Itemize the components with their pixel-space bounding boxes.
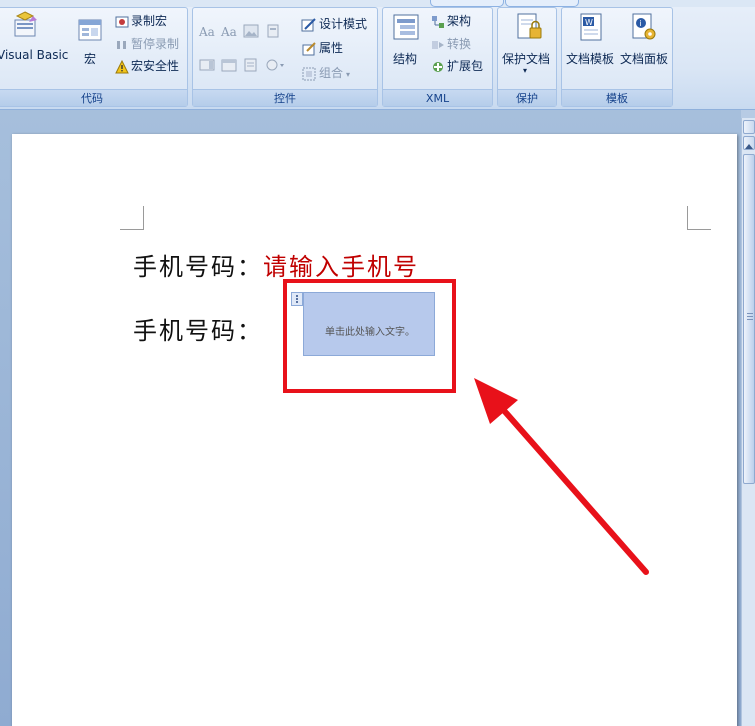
ruler-toggle-icon[interactable] bbox=[743, 120, 755, 134]
watermark-brand: Baidu 经验 bbox=[578, 666, 709, 691]
chevron-down-icon: ▾ bbox=[346, 70, 351, 79]
group-icon bbox=[302, 67, 316, 80]
svg-text:i: i bbox=[640, 19, 642, 28]
macro-security-label: 宏安全性 bbox=[131, 59, 180, 73]
document-template-icon: W bbox=[576, 12, 606, 45]
expansion-pack-label: 扩展包 bbox=[447, 59, 484, 73]
margin-corner-mark bbox=[120, 206, 144, 230]
protect-document-icon bbox=[514, 12, 544, 45]
more-controls-icon bbox=[266, 59, 284, 71]
protect-group-label: 保护 bbox=[498, 89, 556, 106]
structure-icon bbox=[391, 12, 421, 45]
code-group: Visual Basic 宏 录制宏 暂停录制 宏安全性 代码 bbox=[0, 7, 188, 107]
protect-document-button[interactable]: 保护文档 bbox=[502, 50, 550, 67]
legacy-tools-icon bbox=[244, 58, 257, 72]
phone-placeholder-text[interactable]: 请输入手机号 bbox=[263, 253, 419, 281]
expansion-pack-button[interactable]: 扩展包 bbox=[431, 57, 483, 74]
visual-basic-icon bbox=[11, 10, 41, 43]
properties-button[interactable]: 属性 bbox=[301, 39, 343, 57]
macro-icon bbox=[77, 18, 103, 47]
pause-recording-button[interactable]: 暂停录制 bbox=[115, 35, 179, 52]
more-controls-button[interactable] bbox=[265, 58, 285, 75]
xml-group-label: XML bbox=[383, 89, 492, 106]
plain-text-control-button[interactable]: Aa bbox=[221, 25, 237, 39]
document-panel-button[interactable]: 文档面板 bbox=[620, 50, 668, 67]
record-macro-button[interactable]: 录制宏 bbox=[115, 12, 167, 29]
record-macro-icon bbox=[115, 16, 129, 27]
margin-corner-mark bbox=[687, 206, 711, 230]
phone-line-1: 手机号码：请输入手机号 bbox=[133, 247, 419, 282]
design-mode-button[interactable]: 设计模式 bbox=[301, 15, 367, 33]
properties-label: 属性 bbox=[319, 41, 344, 55]
transform-label: 转换 bbox=[447, 37, 472, 51]
macro-security-button[interactable]: 宏安全性 bbox=[115, 57, 179, 74]
phone-label: 手机号码： bbox=[133, 317, 263, 345]
protect-group: 保护文档 ▾ 保护 bbox=[497, 7, 557, 107]
group-label: 组合 bbox=[319, 66, 344, 80]
rich-text-control-button[interactable]: Aa bbox=[199, 25, 215, 39]
pause-icon bbox=[117, 40, 126, 49]
controls-group-label: 控件 bbox=[193, 89, 377, 106]
svg-text:W: W bbox=[585, 18, 593, 27]
plain-text-icon: Aa bbox=[221, 25, 237, 39]
properties-icon bbox=[302, 41, 316, 55]
scroll-up-icon[interactable] bbox=[743, 136, 755, 150]
ribbon-tab-edge bbox=[505, 0, 579, 7]
date-picker-button[interactable] bbox=[221, 58, 237, 75]
controls-group: Aa Aa 设计模式 属性 组合 ▾ 控件 bbox=[192, 7, 378, 107]
expansion-pack-icon bbox=[433, 61, 443, 72]
highlight-box bbox=[283, 279, 456, 393]
ribbon-tab-strip bbox=[0, 0, 755, 7]
watermark-url: jingyan.baidu.com bbox=[578, 694, 671, 705]
pause-recording-label: 暂停录制 bbox=[131, 37, 180, 51]
building-block-button[interactable] bbox=[265, 24, 281, 41]
schema-label: 架构 bbox=[447, 14, 472, 28]
chevron-down-icon[interactable]: ▾ bbox=[523, 66, 527, 75]
schema-button[interactable]: 架构 bbox=[431, 12, 471, 29]
transform-button[interactable]: 转换 bbox=[431, 35, 471, 52]
calendar-icon bbox=[221, 59, 237, 72]
record-macro-label: 录制宏 bbox=[131, 14, 168, 28]
ribbon-tab-edge bbox=[430, 0, 504, 7]
group-button[interactable]: 组合 ▾ bbox=[301, 64, 350, 82]
rich-text-icon: Aa bbox=[199, 25, 215, 39]
vertical-scrollbar[interactable] bbox=[741, 118, 755, 726]
scrollbar-thumb[interactable] bbox=[743, 154, 755, 484]
templates-group: W 文档模板 i 文档面板 模板 bbox=[561, 7, 673, 107]
code-group-label: 代码 bbox=[0, 89, 187, 106]
building-block-icon bbox=[267, 24, 279, 38]
baidu-watermark: Baidu 经验 jingyan.baidu.com bbox=[578, 660, 708, 705]
phone-label: 手机号码： bbox=[133, 253, 263, 281]
macro-button[interactable]: 宏 bbox=[84, 50, 96, 67]
templates-group-label: 模板 bbox=[562, 89, 672, 106]
picture-icon bbox=[243, 24, 259, 38]
design-mode-label: 设计模式 bbox=[319, 17, 368, 31]
combo-box-button[interactable] bbox=[199, 58, 215, 75]
visual-basic-button[interactable]: Visual Basic bbox=[0, 48, 68, 62]
ribbon: Visual Basic 宏 录制宏 暂停录制 宏安全性 代码 Aa Aa 设计… bbox=[0, 7, 755, 110]
document-panel-icon: i bbox=[628, 12, 658, 45]
combo-box-icon bbox=[199, 59, 215, 71]
legacy-tools-button[interactable] bbox=[243, 58, 259, 75]
xml-group: 结构 架构 转换 扩展包 XML bbox=[382, 7, 493, 107]
schema-icon bbox=[432, 15, 444, 28]
picture-control-button[interactable] bbox=[243, 24, 259, 41]
red-arrow-annotation bbox=[474, 378, 649, 575]
warning-icon bbox=[115, 59, 129, 73]
transform-icon bbox=[432, 40, 444, 49]
design-mode-icon bbox=[301, 17, 316, 31]
phone-line-2: 手机号码： bbox=[133, 311, 263, 346]
document-template-button[interactable]: 文档模板 bbox=[566, 50, 614, 67]
structure-button[interactable]: 结构 bbox=[393, 50, 417, 67]
